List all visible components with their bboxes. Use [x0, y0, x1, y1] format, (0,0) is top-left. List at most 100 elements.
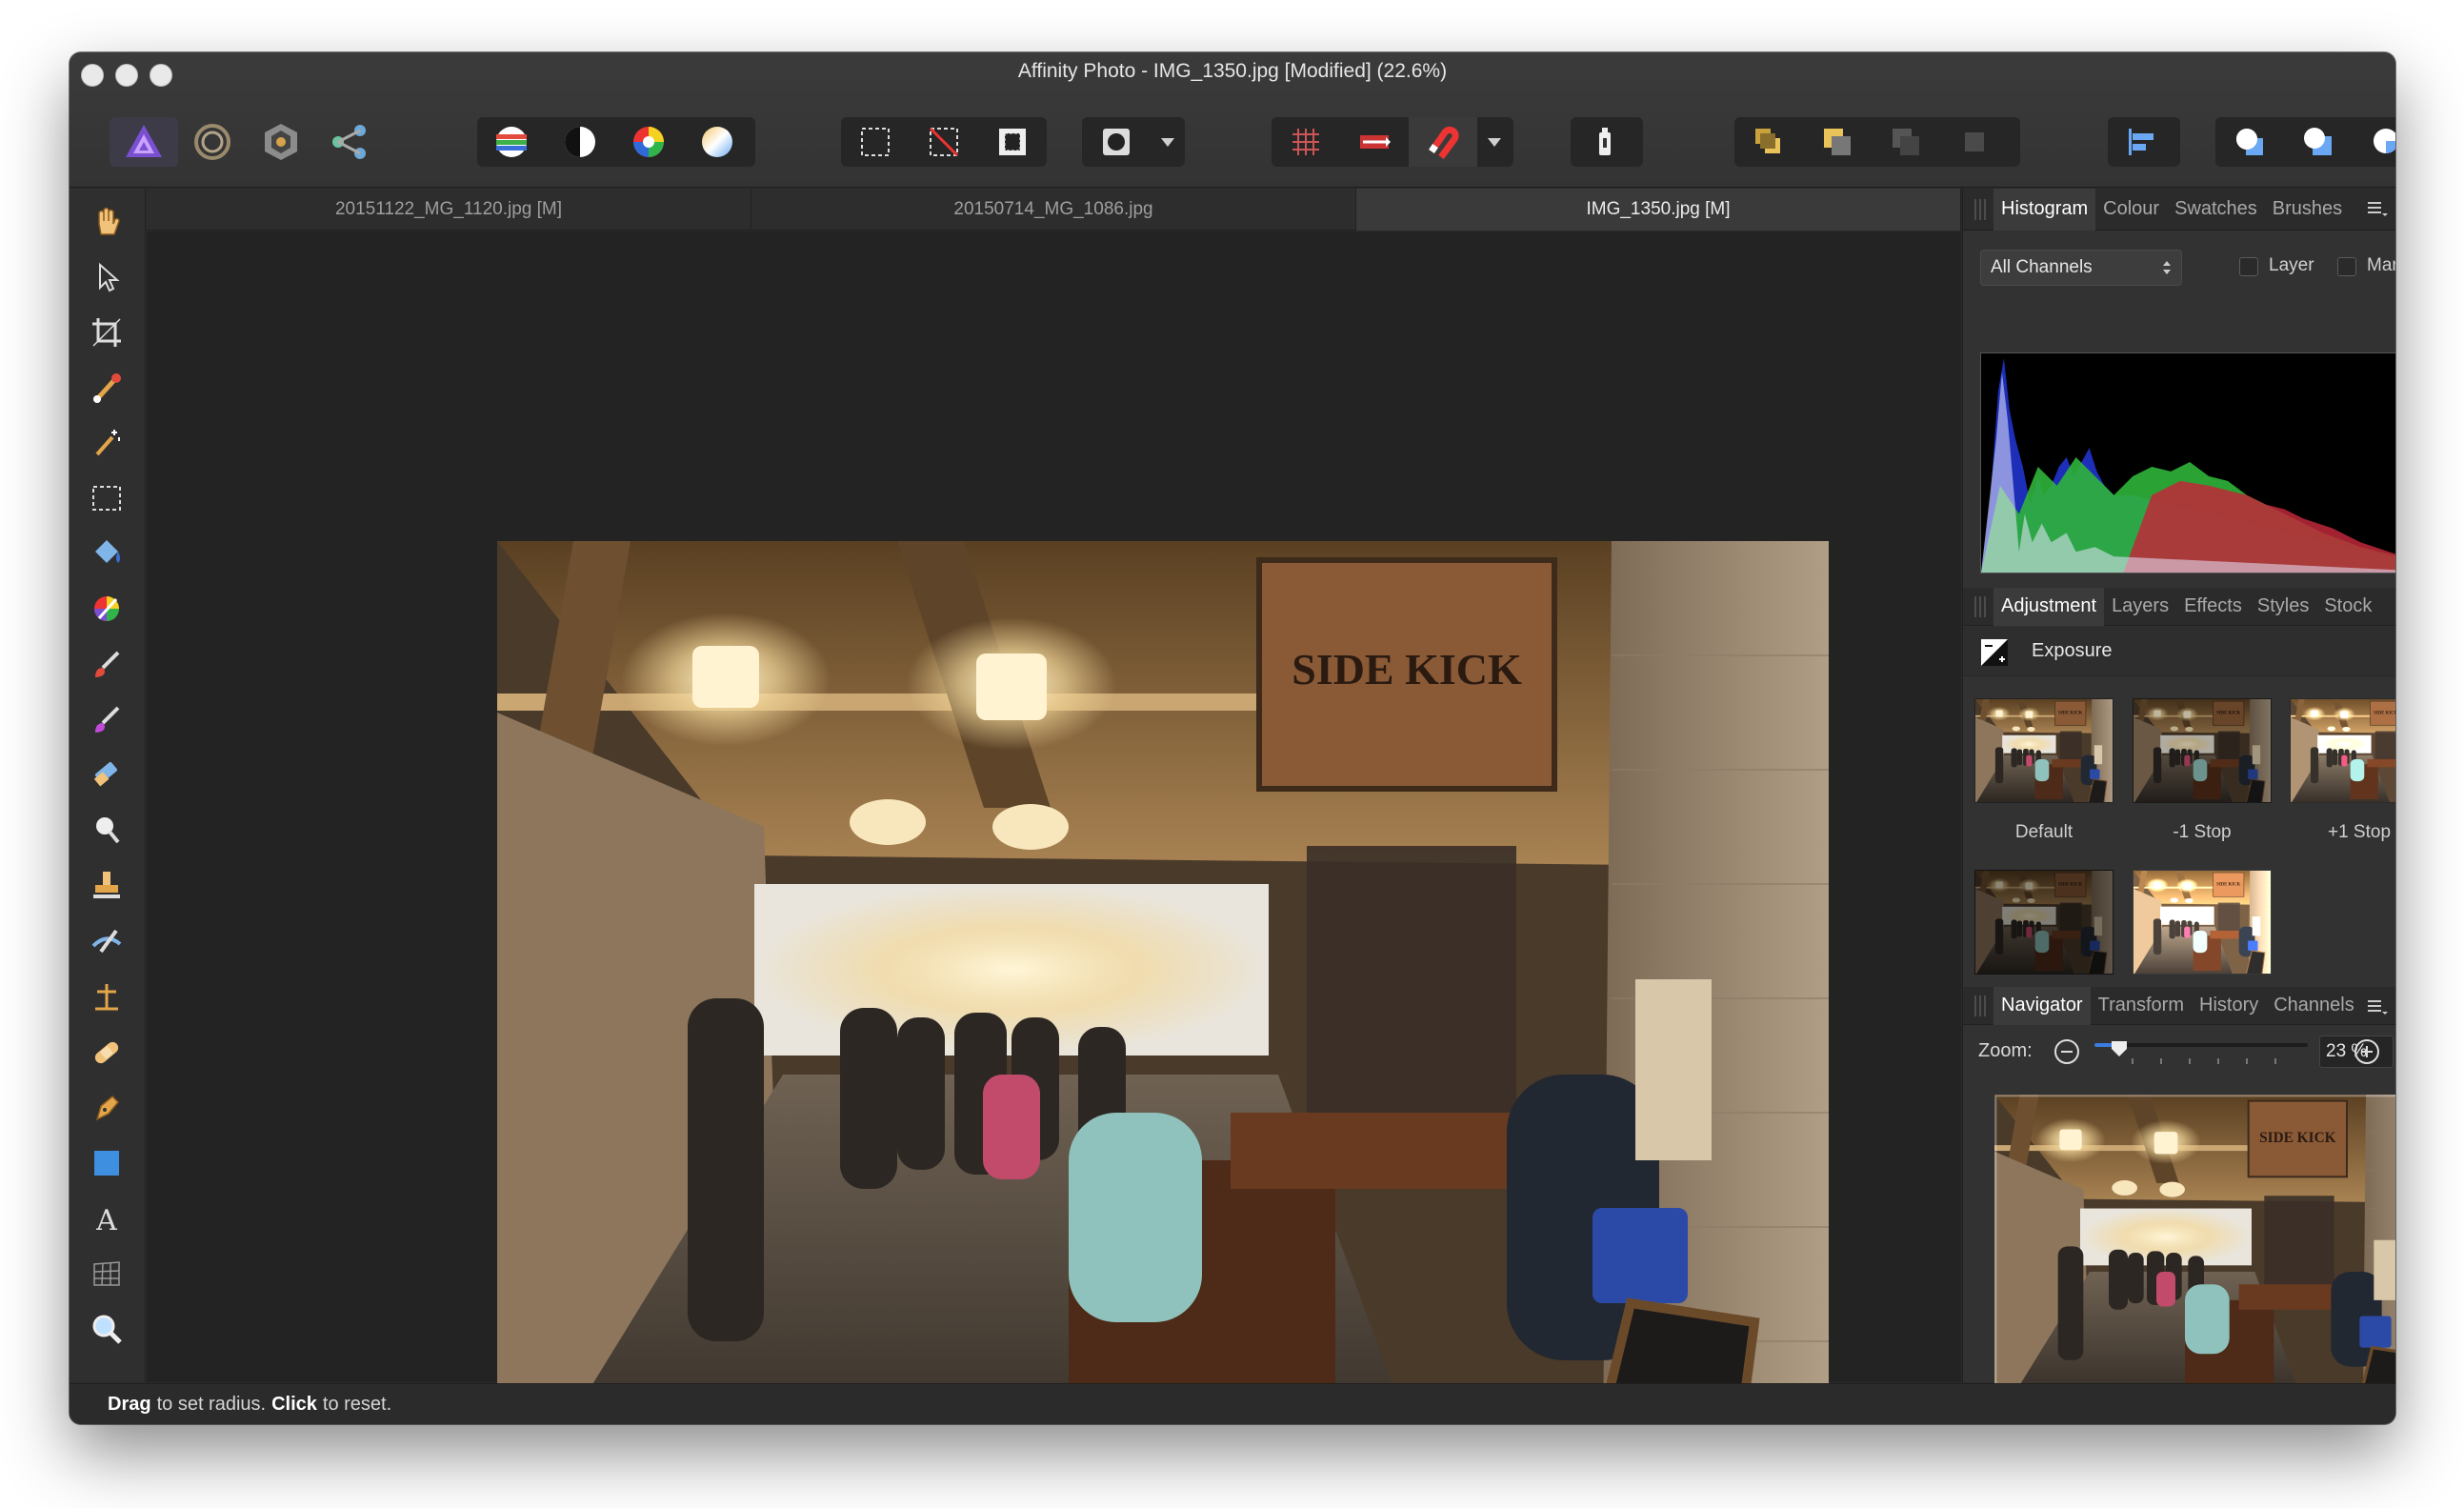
white-balance-icon[interactable] [683, 117, 751, 167]
add-shape-icon[interactable] [2215, 117, 2284, 167]
snapping-dropdown-caret[interactable] [1477, 137, 1512, 147]
preset-image [2133, 871, 2271, 974]
liquify-persona-icon[interactable] [178, 117, 247, 167]
move-to-front-icon[interactable] [1940, 117, 2009, 167]
preset-thumbnail[interactable] [1974, 870, 2113, 975]
channel-select[interactable]: All Channels [1980, 250, 2182, 286]
flood-select-icon[interactable] [85, 421, 129, 465]
preset-thumbnail[interactable] [2290, 698, 2395, 803]
tab-styles[interactable]: Styles [2250, 588, 2316, 626]
colour-picker-icon[interactable] [85, 587, 129, 631]
tab-transform[interactable]: Transform [2091, 987, 2192, 1025]
navigator-preview[interactable] [1994, 1095, 2395, 1424]
colour-wheel-icon[interactable] [614, 117, 683, 167]
tab-effects[interactable]: Effects [2176, 588, 2250, 626]
contrast-icon[interactable] [546, 117, 614, 167]
assistant-group [1571, 117, 1643, 167]
zoom-tool-icon[interactable] [85, 1307, 129, 1351]
mask-group [1082, 117, 1185, 167]
quick-adjust-group [477, 117, 755, 167]
document-image[interactable] [497, 541, 1829, 1424]
tab-swatches[interactable]: Swatches [2167, 189, 2265, 231]
tab-layers[interactable]: Layers [2104, 588, 2176, 626]
selection-brush-icon[interactable] [85, 366, 129, 410]
tab-adjustment[interactable]: Adjustment [1993, 587, 2105, 626]
intersect-shape-icon[interactable] [2353, 117, 2395, 167]
tab-brushes[interactable]: Brushes [2265, 189, 2350, 231]
preset-thumbnail[interactable] [1974, 698, 2113, 803]
document-tabs: 20151122_MG_1120.jpg [M] 20150714_MG_108… [147, 189, 1961, 231]
flood-fill-icon[interactable] [85, 532, 129, 575]
healing-brush-icon[interactable] [85, 1031, 129, 1075]
move-tool-icon[interactable] [85, 255, 129, 299]
doc-tab[interactable]: 20151122_MG_1120.jpg [M] [147, 189, 751, 231]
invert-selection-icon[interactable] [978, 117, 1047, 167]
preset-image [1975, 871, 2113, 974]
grid-icon[interactable] [1272, 117, 1340, 167]
align-left-icon[interactable] [2108, 117, 2176, 167]
zoom-slider-thumb[interactable] [2110, 1039, 2129, 1058]
hand-tool-icon[interactable] [85, 200, 129, 244]
snapping-magnet-icon[interactable] [1409, 117, 1477, 167]
export-persona-icon[interactable] [315, 117, 384, 167]
move-back-one-icon[interactable] [1803, 117, 1872, 167]
panel-grip[interactable] [1974, 595, 1988, 617]
status-click: Click [271, 1393, 317, 1415]
erase-brush-icon[interactable] [85, 753, 129, 796]
zoom-label: Zoom: [1978, 1040, 2033, 1061]
selection-group [841, 117, 1047, 167]
adjustment-row-exposure[interactable]: Exposure [1963, 627, 2395, 676]
panel-grip[interactable] [1974, 198, 1988, 220]
doc-tab[interactable]: 20150714_MG_1086.jpg [751, 189, 1356, 231]
zoom-slider[interactable] [2094, 1039, 2308, 1068]
zoom-out-icon[interactable] [2053, 1037, 2081, 1066]
panel-menu-icon[interactable] [2368, 200, 2389, 217]
canvas[interactable] [147, 231, 1961, 1382]
deselect-icon[interactable] [910, 117, 978, 167]
perspective-tool-icon[interactable] [85, 975, 129, 1019]
subtract-shape-icon[interactable] [2284, 117, 2353, 167]
rectangle-tool-icon[interactable] [85, 1141, 129, 1185]
tab-stock[interactable]: Stock [2316, 588, 2379, 626]
move-to-back-icon[interactable] [1734, 117, 1803, 167]
tab-history[interactable]: History [2192, 987, 2266, 1025]
text-tool-icon[interactable]: A [85, 1196, 129, 1240]
quick-mask-icon[interactable] [1082, 117, 1151, 167]
tab-histogram[interactable]: Histogram [1993, 188, 2096, 231]
clone-brush-icon[interactable] [85, 863, 129, 907]
status-bar: Drag to set radius. Click to reset. [70, 1383, 2395, 1424]
force-pixel-alignment-icon[interactable] [1340, 117, 1409, 167]
move-forward-one-icon[interactable] [1872, 117, 1940, 167]
pen-tool-icon[interactable] [85, 1086, 129, 1130]
svg-text:A: A [95, 1204, 117, 1236]
crop-tool-icon[interactable] [85, 311, 129, 354]
dodge-brush-icon[interactable] [85, 808, 129, 852]
layer-checkbox[interactable] [2239, 257, 2258, 276]
preset-label: Default [2014, 822, 2073, 842]
panel-menu-icon[interactable] [2368, 998, 2389, 1015]
tab-channels[interactable]: Channels [2266, 987, 2362, 1025]
levels-icon[interactable] [477, 117, 546, 167]
histogram-graph [1980, 352, 2395, 573]
mixer-brush-icon[interactable] [85, 697, 129, 741]
marquee-checkbox[interactable] [2337, 257, 2356, 276]
mesh-warp-icon[interactable] [85, 1252, 129, 1296]
panel-grip[interactable] [1974, 995, 1988, 1016]
zoom-in-icon[interactable] [2353, 1037, 2381, 1066]
marquee-tool-icon[interactable] [85, 476, 129, 520]
status-drag-text: to set radius. [156, 1393, 267, 1415]
tab-navigator[interactable]: Navigator [1993, 986, 2091, 1025]
doc-tab-active[interactable]: IMG_1350.jpg [M] [1356, 189, 1961, 231]
smudge-brush-icon[interactable] [85, 918, 129, 962]
assistant-icon[interactable] [1571, 117, 1639, 167]
preset-thumbnail[interactable] [2133, 870, 2272, 975]
paint-brush-icon[interactable] [85, 642, 129, 686]
develop-persona-icon[interactable] [247, 117, 315, 167]
photo-persona-icon[interactable] [110, 117, 178, 167]
tab-colour[interactable]: Colour [2095, 189, 2167, 231]
status-click-text: to reset. [322, 1393, 392, 1415]
preset-thumbnail[interactable] [2133, 698, 2272, 803]
select-all-icon[interactable] [841, 117, 910, 167]
persona-switcher [110, 117, 395, 167]
mask-dropdown-caret[interactable] [1151, 137, 1185, 147]
